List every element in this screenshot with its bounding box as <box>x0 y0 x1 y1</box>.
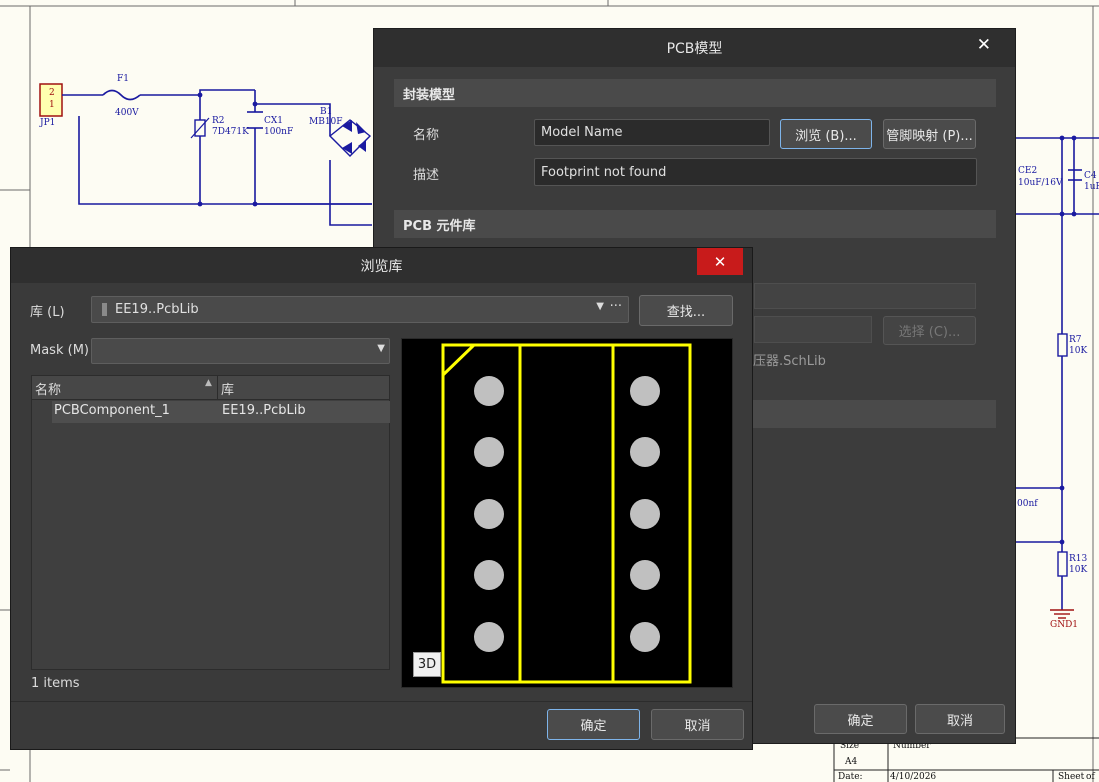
titleblock-of-label: of <box>1086 772 1095 782</box>
browse-dialog-titlebar[interactable]: 浏览库 <box>11 248 752 283</box>
description-field[interactable]: Footprint not found <box>534 158 977 186</box>
pin-map-button[interactable]: 管脚映射 (P)... <box>883 119 976 149</box>
mask-label: Mask (M) <box>30 343 89 358</box>
cx1-ref: CX1 <box>264 116 284 126</box>
r7-ref: R7 <box>1069 335 1082 345</box>
browse-cancel-button[interactable]: 取消 <box>651 709 744 740</box>
gnd-ref: GND1 <box>1050 620 1079 630</box>
browse-ok-button[interactable]: 确定 <box>547 709 640 740</box>
pcb-ok-button[interactable]: 确定 <box>814 704 907 734</box>
library-dropdown-value: EE19..PcbLib <box>115 302 199 317</box>
library-dropdown[interactable]: EE19..PcbLib ▼ ··· <box>91 296 629 323</box>
footprint-pad <box>474 376 504 406</box>
footprint-section-header: 封装模型 <box>394 79 996 107</box>
r7-value: 10K <box>1069 346 1088 356</box>
list-item-library: EE19..PcbLib <box>222 403 306 418</box>
cap-value-partial: 00nf <box>1017 499 1038 509</box>
column-divider <box>217 376 218 400</box>
pcb-dialog-title: PCB模型 <box>666 41 723 57</box>
item-count: 1 items <box>31 676 80 691</box>
b1-value: MB10F <box>309 117 343 127</box>
footprint-drawing <box>441 343 692 684</box>
sort-asc-icon[interactable]: ▲ <box>205 378 212 388</box>
name-label: 名称 <box>413 128 440 143</box>
close-button[interactable]: ✕ <box>697 248 743 275</box>
footprint-pad <box>630 622 660 652</box>
footprint-pad <box>630 437 660 467</box>
close-icon: ✕ <box>713 252 727 271</box>
titleblock-sheet-label: Sheet <box>1058 772 1085 782</box>
fuse-value: 400V <box>115 108 139 118</box>
browse-button[interactable]: 浏览 (B)... <box>780 119 872 149</box>
c4-ref: C4 <box>1084 171 1097 181</box>
r13-ref: R13 <box>1069 554 1088 564</box>
ce2-ref: CE2 <box>1018 166 1038 176</box>
footprint-pad <box>474 622 504 652</box>
chevron-down-icon: ▼ <box>377 343 385 354</box>
list-item[interactable]: PCBComponent_1 EE19..PcbLib <box>52 401 390 423</box>
titleblock-date-value: 4/10/2026 <box>890 772 937 782</box>
column-header-library[interactable]: 库 <box>221 379 234 398</box>
titleblock-date-label: Date: <box>838 772 863 782</box>
r2-value: 7D471K <box>212 127 249 137</box>
list-header: 名称 ▲ 库 <box>32 376 389 400</box>
library-select-field[interactable] <box>754 316 872 343</box>
connector-ref: JP1 <box>40 118 56 128</box>
component-list[interactable]: 名称 ▲ 库 PCBComponent_1 EE19..PcbLib <box>31 375 390 670</box>
fuse-ref: F1 <box>117 74 129 84</box>
footprint-pad <box>474 560 504 590</box>
more-options-icon[interactable]: ··· <box>610 299 622 314</box>
connector-pin-2: 2 <box>49 88 55 98</box>
titleblock-size-value: A4 <box>845 757 858 767</box>
model-name-field[interactable]: Model Name <box>534 119 770 146</box>
pcb-dialog-titlebar[interactable]: PCB模型 <box>374 29 1015 67</box>
ce2-value: 10uF/16V <box>1018 178 1063 188</box>
description-label: 描述 <box>413 168 440 183</box>
connector-pin-1: 1 <box>49 100 55 110</box>
view-3d-button[interactable]: 3D <box>413 652 441 677</box>
footprint-pad <box>630 376 660 406</box>
r2-ref: R2 <box>212 116 225 126</box>
chevron-down-icon: ▼ <box>596 301 604 312</box>
library-file-icon <box>102 303 107 316</box>
pcb-library-section-header: PCB 元件库 <box>394 210 996 238</box>
select-button[interactable]: 选择 (C)... <box>883 316 976 345</box>
browse-dialog-title: 浏览库 <box>360 258 403 275</box>
footprint-pin1-chamfer <box>441 343 476 377</box>
library-label: 库 (L) <box>30 305 65 320</box>
footprint-pad <box>474 437 504 467</box>
cx1-value: 100nF <box>264 127 294 137</box>
pcb-cancel-button[interactable]: 取消 <box>915 704 1005 734</box>
footprint-pad <box>474 499 504 529</box>
close-icon[interactable]: ✕ <box>977 35 991 55</box>
footprint-preview[interactable]: 3D <box>401 338 733 688</box>
c4-value: 1uF <box>1084 182 1099 192</box>
list-item-name: PCBComponent_1 <box>54 403 170 418</box>
footer-divider <box>11 701 752 702</box>
browse-library-dialog[interactable]: 浏览库 ✕ 库 (L) EE19..PcbLib ▼ ··· 查找... Mas… <box>10 247 753 750</box>
footprint-pad <box>630 560 660 590</box>
find-button[interactable]: 查找... <box>639 295 733 326</box>
library-path-field[interactable] <box>754 283 976 309</box>
b1-ref: B1 <box>320 107 333 117</box>
column-header-name[interactable]: 名称 <box>35 379 61 398</box>
footprint-pad <box>630 499 660 529</box>
mask-dropdown[interactable]: ▼ <box>91 338 390 364</box>
r13-value: 10K <box>1069 565 1088 575</box>
